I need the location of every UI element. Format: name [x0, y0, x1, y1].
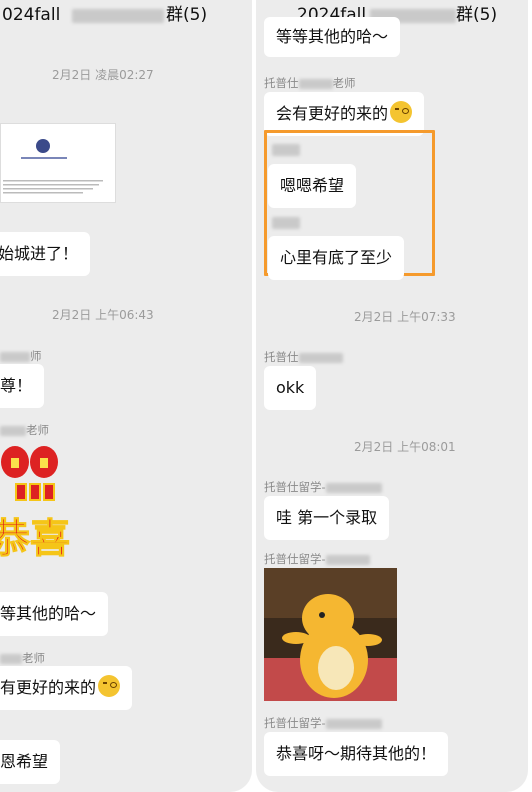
blurred-sender: [272, 217, 300, 229]
message-bubble[interactable]: 等等其他的哈～: [264, 17, 401, 57]
message-bubble[interactable]: 尊！: [0, 364, 45, 408]
chat-title-text: 024fall: [2, 5, 61, 25]
sender-name: 托普仕留学-: [264, 551, 370, 567]
sender-name: 托普仕留学-: [264, 715, 382, 731]
blurred-sender: [325, 718, 382, 729]
chat-title-suffix: 群(5): [456, 5, 498, 25]
chat-title-suffix: 群(5): [166, 5, 208, 25]
blurred-sender: [325, 554, 370, 565]
timestamp: 2月2日 凌晨02:27: [52, 68, 154, 82]
blurred-sender: [0, 351, 30, 362]
yellow-dinosaur-sticker[interactable]: [264, 568, 397, 701]
blurred-sender: [298, 78, 333, 89]
sender-name: 师: [0, 348, 42, 364]
message-bubble[interactable]: 等其他的哈～: [0, 592, 109, 636]
message-bubble[interactable]: 恭喜呀～期待其他的！: [264, 732, 449, 776]
message-bubble[interactable]: 始城进了！: [0, 232, 91, 276]
message-bubble[interactable]: 哇 第一个录取: [264, 496, 390, 540]
blurred-title: [72, 9, 164, 23]
sender-name: 托普仕: [264, 349, 343, 365]
sender-name: 托普仕留学-: [264, 479, 382, 495]
university-crest-icon: [3, 139, 103, 194]
message-bubble[interactable]: 有更好的来的: [0, 666, 133, 710]
timestamp: 2月2日 上午06:43: [52, 308, 154, 322]
admission-letter-image[interactable]: [0, 123, 116, 203]
sender-name: 老师: [0, 650, 45, 666]
chat-panel-right: 2024fall 群(5) 等等其他的哈～ 托普仕 老师 会有更好的来的 嗯嗯希望…: [256, 0, 528, 792]
sender-name: 老师: [0, 422, 49, 438]
blurred-sender: [272, 144, 300, 156]
blurred-sender: [0, 653, 22, 664]
chat-title-left: 024fall 群(5): [0, 0, 252, 32]
timestamp: 2月2日 上午07:33: [354, 310, 456, 324]
message-bubble[interactable]: 恩希望: [0, 740, 61, 784]
message-bubble[interactable]: 心里有底了至少: [268, 236, 405, 280]
blurred-sender: [298, 352, 343, 363]
screenshot-collage: 024fall 群(5) 2月2日 凌晨02:27 始城进了！ 2月2日 上午0…: [0, 0, 532, 792]
smirk-emoji-icon: [390, 101, 413, 123]
blurred-sender: [0, 425, 26, 436]
timestamp: 2月2日 上午08:01: [354, 440, 456, 454]
blurred-sender: [325, 482, 382, 493]
message-bubble[interactable]: okk: [264, 366, 317, 410]
message-bubble[interactable]: 嗯嗯希望: [268, 164, 357, 208]
sender-name: 托普仕 老师: [264, 76, 356, 90]
chat-panel-left: 024fall 群(5) 2月2日 凌晨02:27 始城进了！ 2月2日 上午0…: [0, 0, 252, 792]
smirk-emoji-icon: [98, 675, 121, 697]
sticker-text: 恭喜: [0, 515, 70, 562]
firecracker-sticker[interactable]: 恭喜: [0, 440, 90, 570]
